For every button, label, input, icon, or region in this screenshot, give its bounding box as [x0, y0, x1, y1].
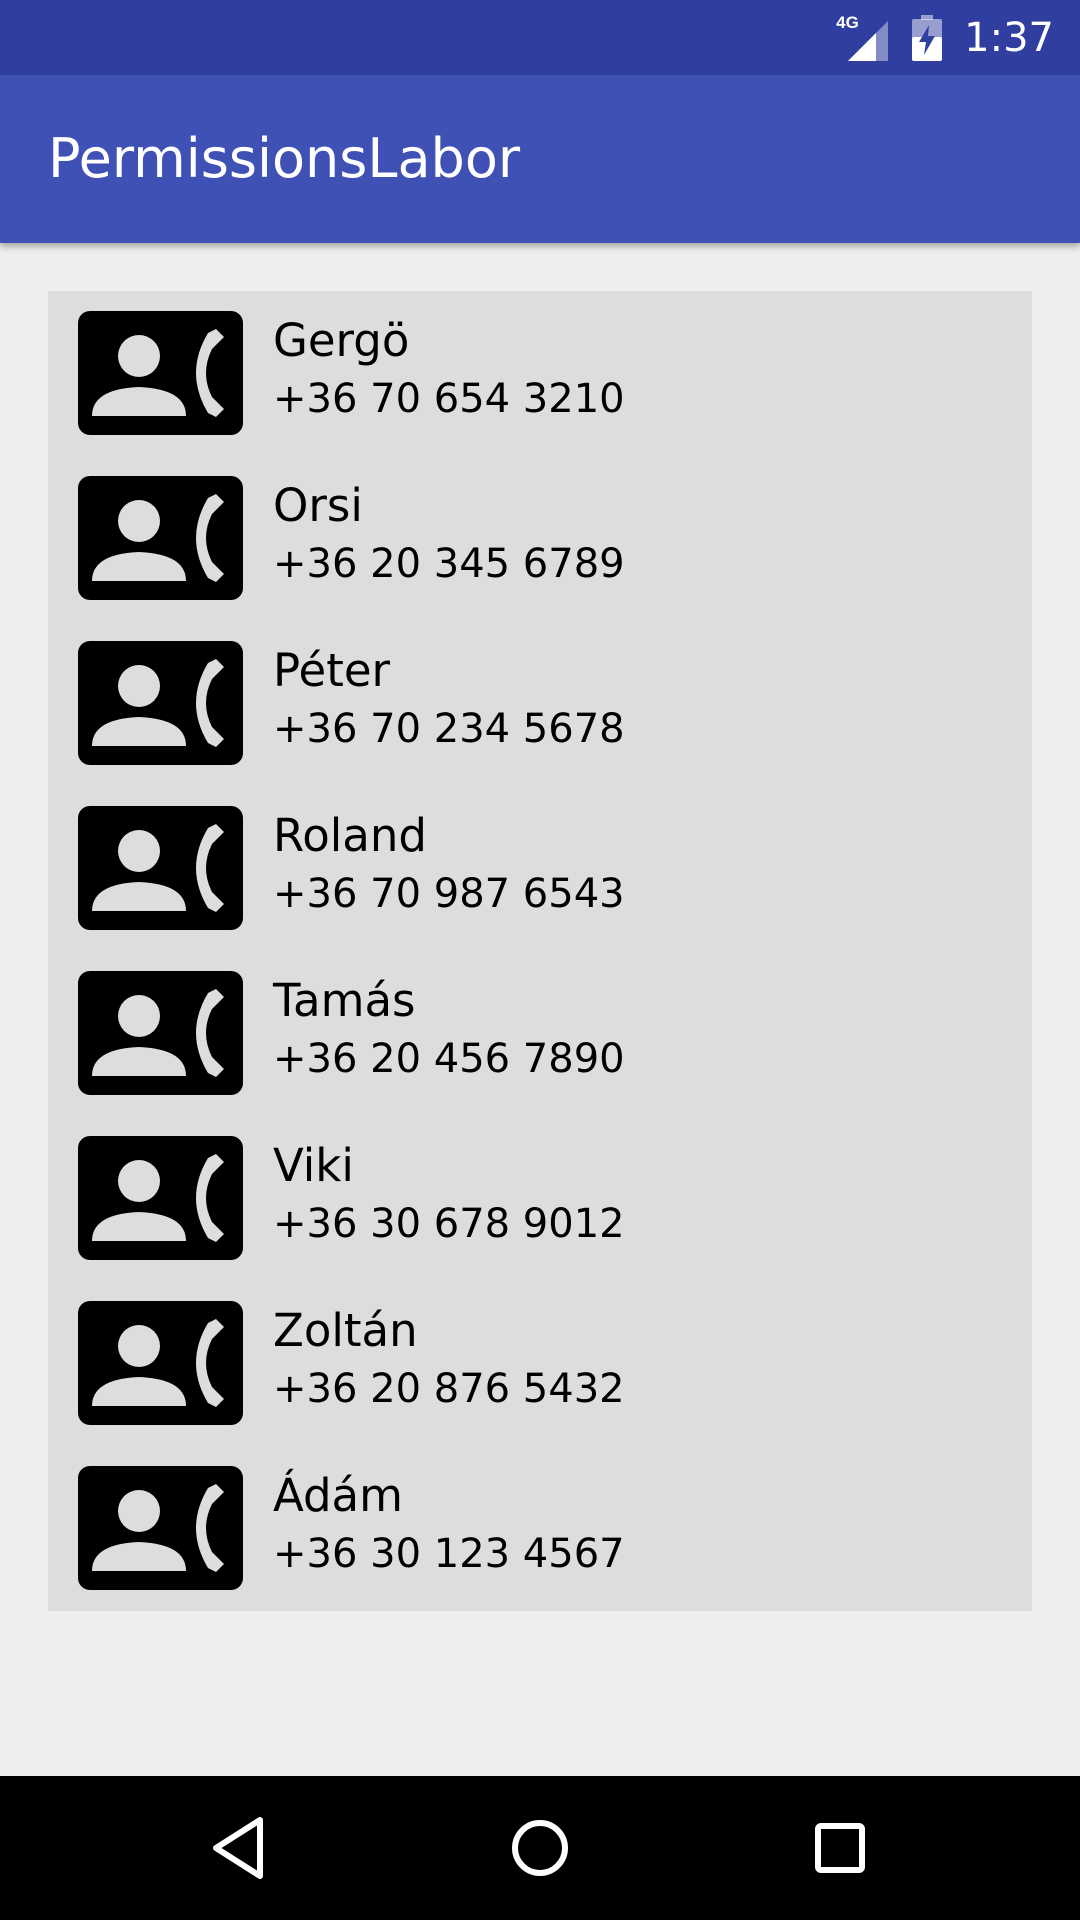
contact-phone-icon — [78, 1466, 243, 1590]
contact-list-item[interactable]: Viki +36 30 678 9012 — [48, 1116, 1032, 1281]
contact-phone: +36 20 876 5432 — [273, 1366, 625, 1412]
contact-name: Ádám — [273, 1469, 403, 1522]
contact-list[interactable]: Gergö +36 70 654 3210 Orsi +36 20 345 6789 P… — [48, 291, 1032, 1611]
contact-list-item[interactable]: Tamás +36 20 456 7890 — [48, 951, 1032, 1116]
contact-phone-icon — [78, 311, 243, 435]
contact-list-item[interactable]: Roland +36 70 987 6543 — [48, 786, 1032, 951]
contact-phone-icon — [78, 971, 243, 1095]
home-circle-icon[interactable] — [500, 1808, 580, 1888]
contact-list-item[interactable]: Zoltán +36 20 876 5432 — [48, 1281, 1032, 1446]
contact-phone: +36 20 456 7890 — [273, 1036, 625, 1082]
status-bar: 4G 1:37 — [0, 0, 1080, 75]
contact-phone-icon — [78, 1301, 243, 1425]
contact-phone-icon — [78, 476, 243, 600]
recents-square-icon[interactable] — [800, 1808, 880, 1888]
contact-name: Gergö — [273, 314, 410, 367]
contact-list-item[interactable]: Péter +36 70 234 5678 — [48, 621, 1032, 786]
contact-phone-icon — [78, 806, 243, 930]
contact-name: Roland — [273, 809, 427, 862]
contact-list-item[interactable]: Ádám +36 30 123 4567 — [48, 1446, 1032, 1611]
contact-phone: +36 70 987 6543 — [273, 871, 625, 917]
contact-list-item[interactable]: Orsi +36 20 345 6789 — [48, 456, 1032, 621]
contact-phone-icon — [78, 1136, 243, 1260]
back-triangle-icon[interactable] — [200, 1808, 280, 1888]
contact-name: Orsi — [273, 479, 363, 532]
status-clock: 1:37 — [964, 14, 1054, 61]
app-bar: PermissionsLabor — [0, 75, 1080, 243]
contact-phone: +36 20 345 6789 — [273, 541, 625, 587]
status-icons: 4G 1:37 — [836, 0, 1054, 75]
battery-charging-icon — [912, 14, 943, 61]
nav-bar — [0, 1776, 1080, 1920]
contact-name: Viki — [273, 1139, 354, 1192]
contact-name: Péter — [273, 644, 391, 697]
contact-phone-icon — [78, 641, 243, 765]
contact-list-item[interactable]: Gergö +36 70 654 3210 — [48, 291, 1032, 456]
cell-signal-icon: 4G — [836, 13, 892, 61]
contact-phone: +36 30 123 4567 — [273, 1531, 625, 1577]
contact-name: Zoltán — [273, 1304, 418, 1357]
contact-name: Tamás — [273, 974, 416, 1027]
app-title: PermissionsLabor — [48, 127, 521, 190]
contact-phone: +36 70 234 5678 — [273, 706, 625, 752]
contact-phone: +36 30 678 9012 — [273, 1201, 625, 1247]
contact-phone: +36 70 654 3210 — [273, 376, 625, 422]
